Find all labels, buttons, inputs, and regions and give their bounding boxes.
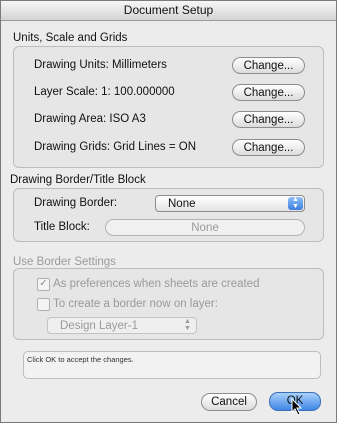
- change-drawing-units-button[interactable]: Change...: [232, 57, 305, 74]
- create-border-now-label: To create a border now on layer:: [53, 298, 218, 310]
- drawing-border-popup[interactable]: None ▲ ▼: [155, 195, 305, 212]
- change-layer-scale-button[interactable]: Change...: [232, 84, 305, 101]
- layer-popup: Design Layer-1 ▲ ▼: [47, 317, 197, 334]
- title-block-label: Title Block:: [34, 221, 90, 233]
- status-message: Click OK to accept the changes.: [27, 355, 134, 364]
- layer-scale-label: Layer Scale: 1: 100.000000: [34, 86, 175, 98]
- dialog-title: Document Setup: [1, 1, 336, 21]
- layer-value: Design Layer-1: [60, 320, 138, 332]
- popup-arrows-icon: ▲ ▼: [288, 196, 303, 210]
- popup-arrows-icon: ▲ ▼: [184, 318, 191, 332]
- mouse-pointer-icon: [291, 398, 303, 416]
- use-border-group-label: Use Border Settings: [13, 256, 116, 268]
- cancel-button[interactable]: Cancel: [201, 393, 257, 411]
- drawing-grids-label: Drawing Grids: Grid Lines = ON: [34, 141, 197, 153]
- change-drawing-area-button[interactable]: Change...: [232, 111, 305, 128]
- drawing-border-value: None: [168, 198, 196, 210]
- title-block-field: None: [105, 219, 305, 236]
- units-group-label: Units, Scale and Grids: [13, 32, 128, 44]
- as-preferences-label: As preferences when sheets are created: [53, 278, 260, 290]
- document-setup-dialog: Document Setup Units, Scale and Grids Dr…: [0, 0, 337, 423]
- drawing-border-label: Drawing Border:: [34, 197, 118, 209]
- create-border-now-checkbox: [37, 298, 50, 311]
- drawing-area-label: Drawing Area: ISO A3: [34, 113, 146, 125]
- as-preferences-checkbox: ✓: [37, 278, 50, 291]
- change-drawing-grids-button[interactable]: Change...: [232, 139, 305, 156]
- border-group-label: Drawing Border/Title Block: [10, 174, 146, 186]
- drawing-units-label: Drawing Units: Millimeters: [34, 59, 167, 71]
